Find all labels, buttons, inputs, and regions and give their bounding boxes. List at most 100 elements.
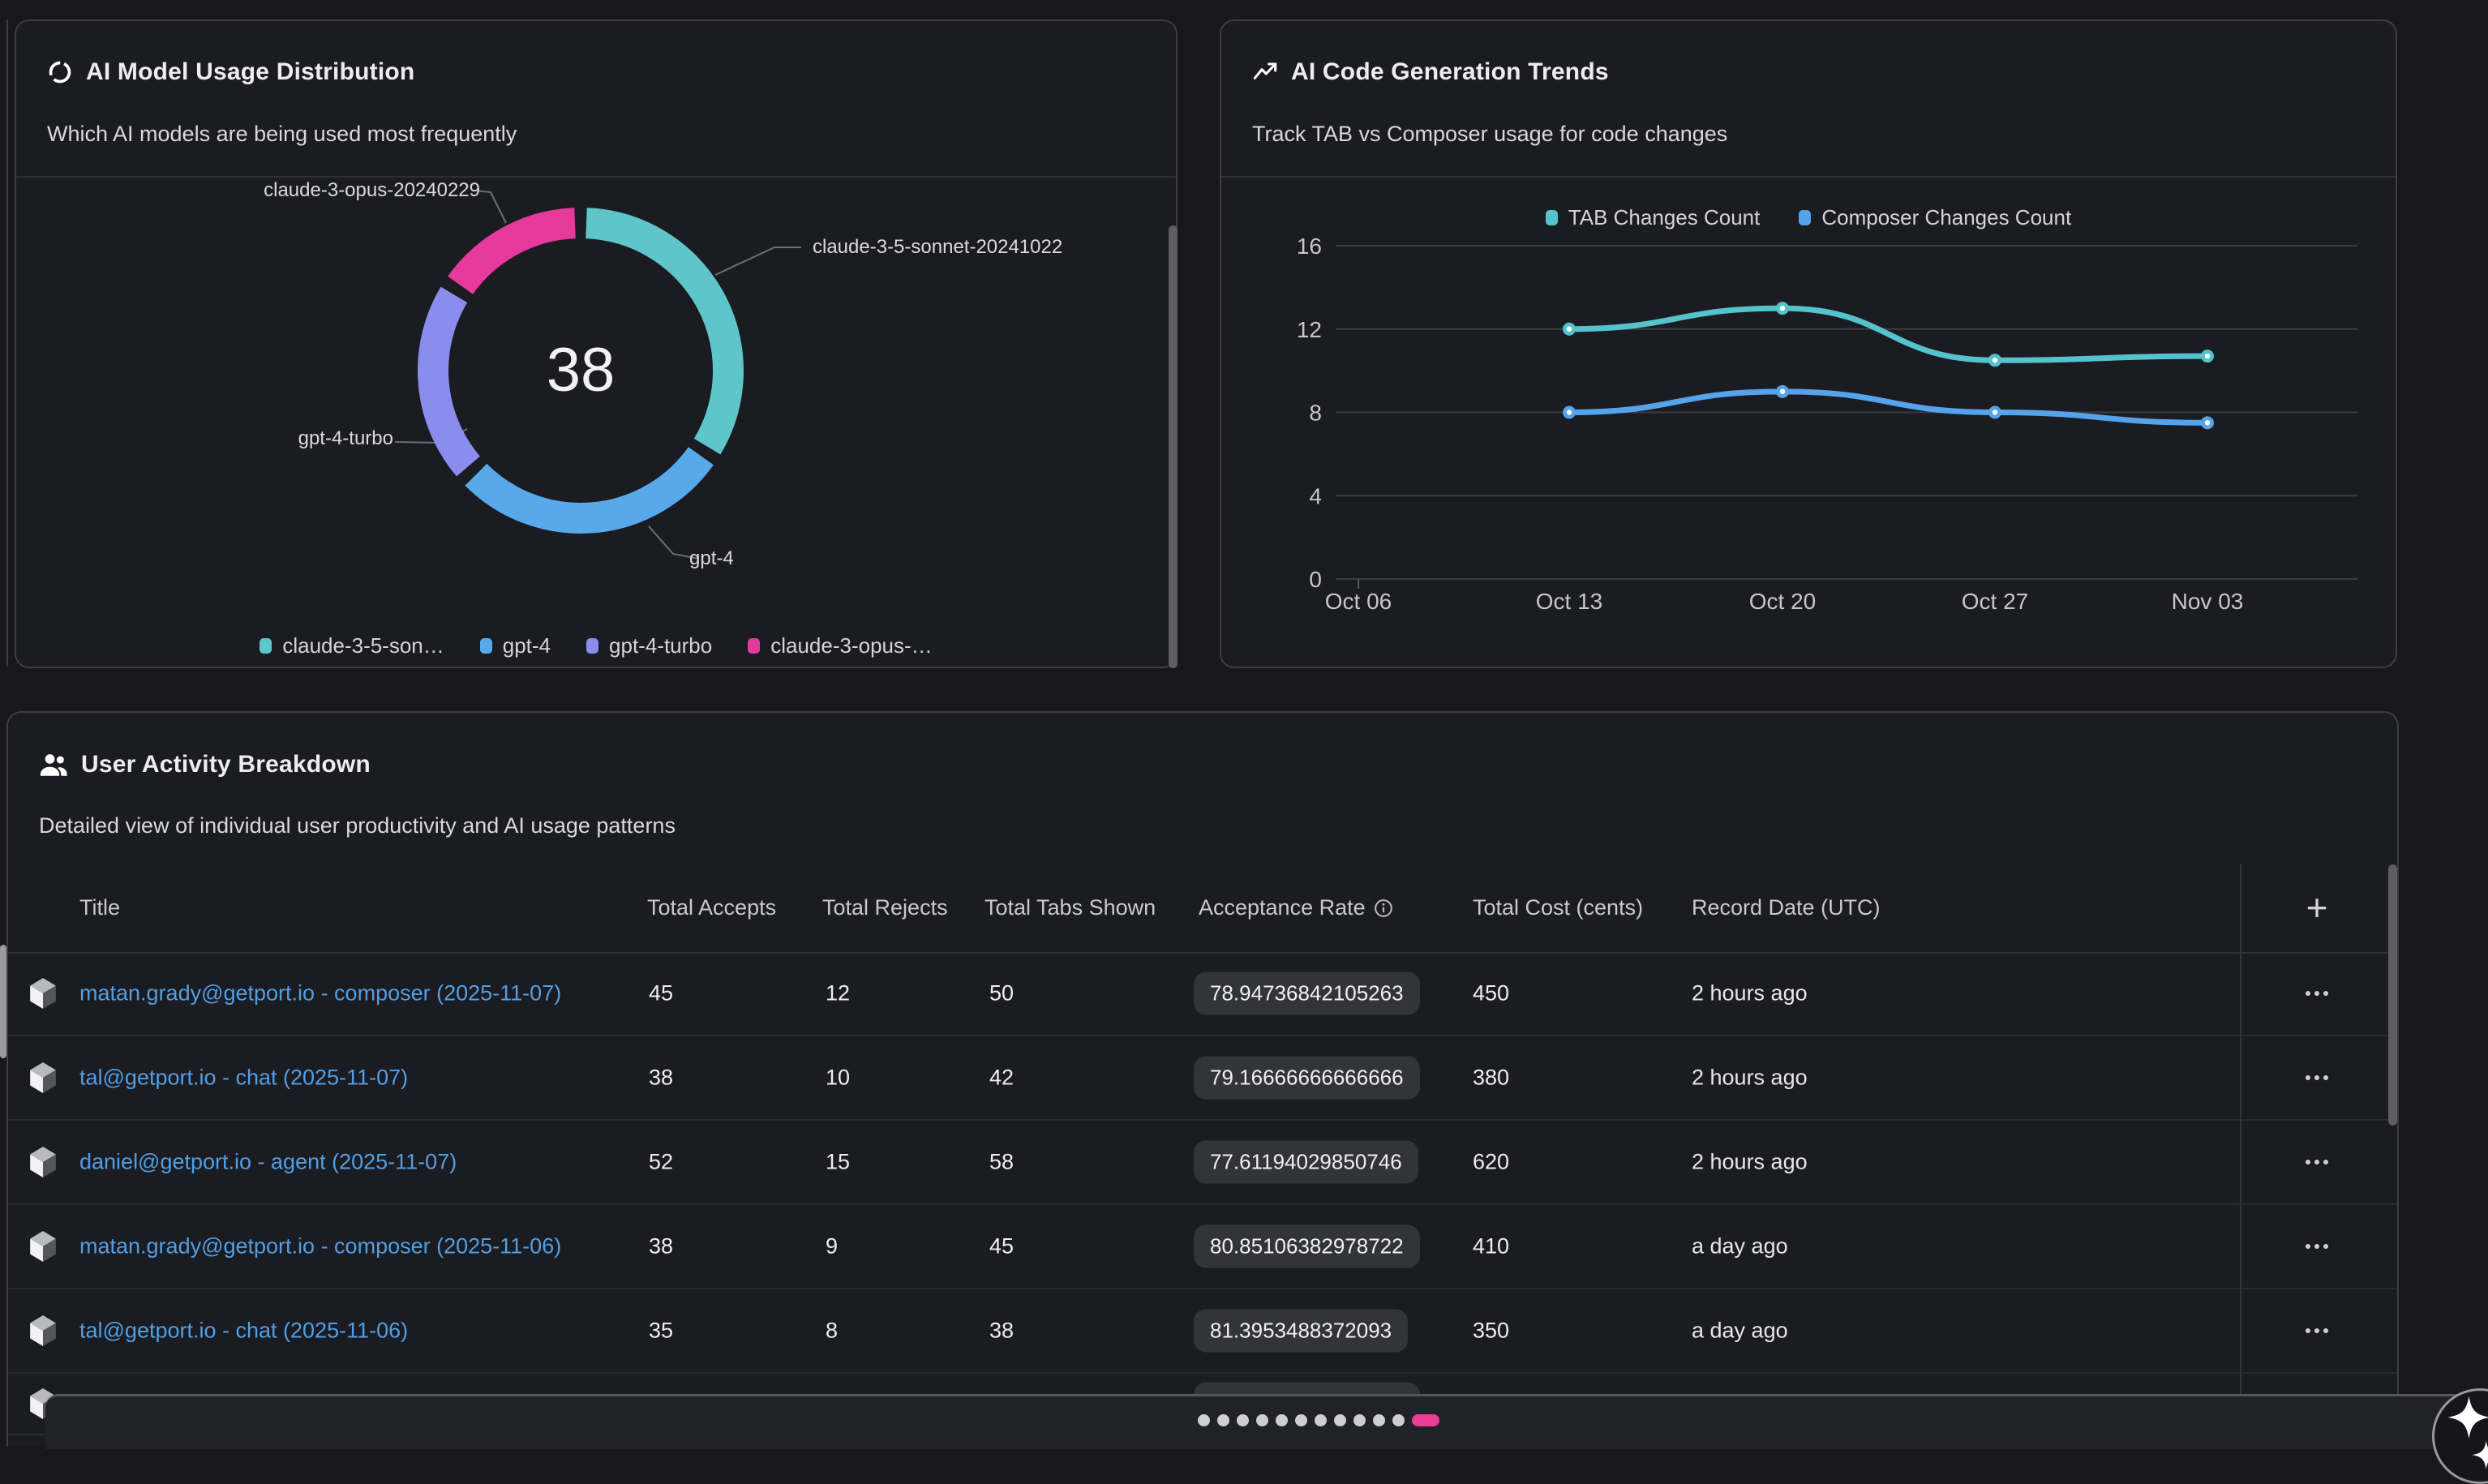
- row-actions-button[interactable]: [2284, 969, 2350, 1018]
- donut-callout-label: claude-3-5-sonnet-20241022: [813, 236, 1062, 259]
- panel-title: AI Model Usage Distribution: [86, 58, 414, 86]
- svg-text:12: 12: [1297, 317, 1322, 342]
- pagination-dot[interactable]: [1373, 1414, 1385, 1426]
- svg-text:Nov 03: Nov 03: [2172, 589, 2244, 614]
- line-chart-plot: 1612840Oct 06Oct 13Oct 20Oct 27Nov 03: [1221, 178, 2396, 668]
- cursor-logo-icon: [28, 1314, 58, 1348]
- add-column-button[interactable]: +: [2284, 874, 2350, 941]
- pagination-dot[interactable]: [1334, 1414, 1346, 1426]
- sparkles-icon: [2434, 1391, 2488, 1482]
- row-acceptance-rate-badge: 77.61194029850746: [1194, 1141, 1418, 1184]
- table-scrollbar-thumb[interactable]: [2388, 864, 2397, 1126]
- people-icon: [39, 750, 68, 779]
- donut-center-total: 38: [500, 330, 662, 411]
- row-record-date: a day ago: [1692, 1234, 1788, 1259]
- pagination-dot[interactable]: [1353, 1414, 1366, 1426]
- row-total-rejects: 10: [826, 1066, 850, 1091]
- svg-text:Oct 27: Oct 27: [1962, 589, 2028, 614]
- legend-item[interactable]: Composer Changes Count: [1799, 205, 2071, 230]
- line-series: [1569, 308, 2207, 360]
- table-row: tal@getport.io - chat (2025-11-06)358388…: [8, 1289, 2397, 1374]
- pagination-dot[interactable]: [1198, 1414, 1210, 1426]
- legend-marker: [1546, 210, 1558, 225]
- info-icon[interactable]: [1374, 899, 1393, 918]
- donut-icon: [47, 59, 73, 85]
- row-title-link[interactable]: daniel@getport.io - agent (2025-11-07): [79, 1150, 457, 1175]
- legend-label: TAB Changes Count: [1568, 205, 1761, 230]
- col-header-total-cost: Total Cost (cents): [1473, 895, 1643, 920]
- donut-chart: claude-3-5-sonnet-20241022: 13gpt-4: 11g…: [16, 178, 1176, 667]
- panel-scrollbar-thumb[interactable]: [1169, 225, 1178, 668]
- pagination-dot[interactable]: [1315, 1414, 1327, 1426]
- svg-text:Oct 06: Oct 06: [1325, 589, 1392, 614]
- row-total-rejects: 8: [826, 1319, 838, 1344]
- row-record-date: 2 hours ago: [1692, 1066, 1808, 1091]
- pagination-dot[interactable]: [1276, 1414, 1288, 1426]
- ellipsis-icon: [2306, 991, 2310, 996]
- row-total-cost: 450: [1473, 981, 1509, 1006]
- legend-item[interactable]: claude-3-opus-…: [748, 633, 932, 658]
- row-title-link[interactable]: matan.grady@getport.io - composer (2025-…: [79, 1234, 561, 1259]
- legend-marker: [480, 638, 492, 654]
- legend-label: claude-3-opus-…: [770, 633, 932, 658]
- row-total-tabs-shown: 42: [989, 1066, 1014, 1091]
- row-total-accepts: 38: [649, 1234, 673, 1259]
- offscreen-scrollbar-thumb[interactable]: [0, 945, 6, 1058]
- legend-item[interactable]: gpt-4-turbo: [586, 633, 712, 658]
- table-rows: matan.grady@getport.io - composer (2025-…: [8, 952, 2397, 1447]
- table-row: matan.grady@getport.io - composer (2025-…: [8, 952, 2397, 1036]
- cursor-logo-icon: [28, 1061, 58, 1095]
- svg-text:Oct 13: Oct 13: [1536, 589, 1602, 614]
- table-row: matan.grady@getport.io - composer (2025-…: [8, 1205, 2397, 1289]
- pagination-dot[interactable]: [1295, 1414, 1307, 1426]
- legend-item[interactable]: gpt-4: [480, 633, 551, 658]
- row-total-tabs-shown: 38: [989, 1319, 1014, 1344]
- panel-user-activity: User Activity Breakdown Detailed view of…: [6, 711, 2399, 1447]
- donut-segment[interactable]: claude-3-opus-20240229: 6: [461, 223, 575, 285]
- panel-title: AI Code Generation Trends: [1291, 58, 1609, 86]
- row-actions-button[interactable]: [2284, 1138, 2350, 1186]
- pagination-dot[interactable]: [1217, 1414, 1229, 1426]
- pagination-dot[interactable]: [1392, 1414, 1405, 1426]
- row-acceptance-rate-badge: 78.94736842105263: [1194, 972, 1420, 1015]
- line-chart-legend: TAB Changes Count Composer Changes Count: [1221, 205, 2396, 230]
- ai-assistant-button[interactable]: [2432, 1388, 2488, 1484]
- row-total-rejects: 9: [826, 1234, 838, 1259]
- donut-callout-label: gpt-4: [689, 547, 734, 570]
- donut-segment[interactable]: gpt-4-turbo: 8: [433, 294, 468, 466]
- col-header-title: Title: [79, 895, 120, 920]
- row-title-link[interactable]: matan.grady@getport.io - composer (2025-…: [79, 981, 561, 1006]
- col-header-acceptance-rate: Acceptance Rate: [1199, 895, 1393, 920]
- row-total-cost: 620: [1473, 1150, 1509, 1175]
- row-acceptance-rate-badge: 79.16666666666666: [1194, 1057, 1420, 1100]
- legend-marker: [748, 638, 760, 654]
- pagination-dot-active[interactable]: [1412, 1414, 1439, 1426]
- pagination-dot[interactable]: [1237, 1414, 1249, 1426]
- col-header-total-accepts: Total Accepts: [647, 895, 776, 920]
- panel-subtitle: Which AI models are being used most freq…: [47, 122, 517, 147]
- legend-label: gpt-4-turbo: [609, 633, 712, 658]
- offscreen-panel-border: [6, 19, 8, 667]
- row-total-tabs-shown: 50: [989, 981, 1014, 1006]
- cursor-logo-icon: [28, 1145, 58, 1179]
- cursor-logo-icon: [28, 1229, 58, 1263]
- col-header-total-rejects: Total Rejects: [822, 895, 948, 920]
- legend-item[interactable]: TAB Changes Count: [1546, 205, 1761, 230]
- row-title-link[interactable]: tal@getport.io - chat (2025-11-06): [79, 1319, 408, 1344]
- pagination-dot[interactable]: [1256, 1414, 1268, 1426]
- row-total-rejects: 15: [826, 1150, 850, 1175]
- row-total-cost: 380: [1473, 1066, 1509, 1091]
- row-total-cost: 350: [1473, 1319, 1509, 1344]
- row-record-date: 2 hours ago: [1692, 981, 1808, 1006]
- ellipsis-icon: [2306, 1244, 2310, 1249]
- row-actions-button[interactable]: [2284, 1222, 2350, 1271]
- legend-item[interactable]: claude-3-5-son…: [260, 633, 444, 658]
- row-actions-button[interactable]: [2284, 1306, 2350, 1355]
- row-record-date: a day ago: [1692, 1319, 1788, 1344]
- donut-segment[interactable]: gpt-4: 11: [476, 456, 701, 518]
- ellipsis-icon: [2306, 1160, 2310, 1164]
- legend-marker: [260, 638, 272, 654]
- row-actions-button[interactable]: [2284, 1053, 2350, 1102]
- row-title-link[interactable]: tal@getport.io - chat (2025-11-07): [79, 1066, 408, 1091]
- row-total-accepts: 45: [649, 981, 673, 1006]
